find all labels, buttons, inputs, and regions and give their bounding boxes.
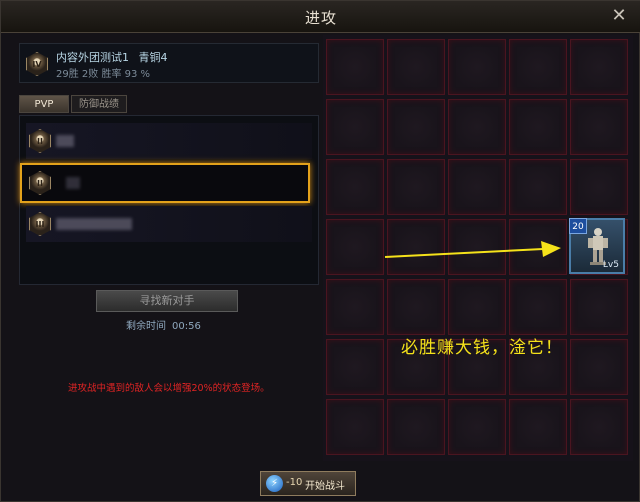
grid-cell[interactable] [326, 339, 384, 395]
rank-badge-icon: III [29, 212, 51, 236]
grid-cell[interactable] [570, 279, 628, 335]
grid-cell[interactable] [570, 39, 628, 95]
grid-cell[interactable] [509, 159, 567, 215]
tab-pvp[interactable]: PVP [19, 95, 69, 113]
grid-cell[interactable] [570, 159, 628, 215]
grid-cell[interactable] [509, 99, 567, 155]
grid-cell[interactable] [387, 399, 445, 455]
player-guild: 青铜4 [138, 51, 168, 64]
energy-icon: ⚡ [266, 475, 283, 492]
grid-cell[interactable] [387, 159, 445, 215]
grid-cell[interactable] [509, 399, 567, 455]
close-button[interactable]: ✕ [609, 6, 629, 26]
start-battle-button[interactable]: ⚡ -10 开始战斗 [260, 471, 356, 496]
grid-cell[interactable] [387, 39, 445, 95]
grid-cell[interactable] [326, 159, 384, 215]
opponent-name-blurred [56, 135, 74, 147]
attack-window: 进攻 ✕ IV 内容外团测试1 青铜4 29胜 2败 胜率 93 % PVP 防… [0, 0, 640, 502]
window-title: 进攻 [304, 9, 337, 27]
timer-label: 剩余时间 [126, 321, 166, 332]
timer-value: 00:56 [172, 321, 201, 332]
tab-defense-record[interactable]: 防御战绩 [71, 95, 127, 113]
grid-cell[interactable] [326, 399, 384, 455]
grid-cell[interactable] [448, 99, 506, 155]
grid-cell[interactable] [326, 39, 384, 95]
player-profile: IV 内容外团测试1 青铜4 29胜 2败 胜率 93 % [19, 43, 319, 83]
defender-unit-card[interactable]: 20 Lv5 [569, 218, 625, 274]
opponent-row[interactable]: III [26, 206, 312, 242]
left-panel: IV 内容外团测试1 青铜4 29胜 2败 胜率 93 % PVP 防御战绩 I… [11, 37, 319, 467]
grid-cell[interactable] [509, 279, 567, 335]
grid-cell[interactable] [387, 279, 445, 335]
find-new-opponent-button[interactable]: 寻找新对手 [96, 290, 238, 312]
unit-lv: Lv5 [602, 260, 619, 270]
grid-cell[interactable] [448, 279, 506, 335]
grid-cell[interactable] [448, 399, 506, 455]
opponent-row[interactable]: II [26, 123, 312, 159]
title-bar: 进攻 ✕ [1, 1, 640, 33]
grid-cell[interactable] [387, 99, 445, 155]
rank-badge-icon: II [29, 129, 51, 153]
player-name: 内容外团测试1 [56, 51, 129, 64]
caption-text: 必胜赚大钱，淦它！ [401, 338, 563, 358]
start-battle-label: 开始战斗 [305, 481, 345, 492]
opponent-name-blurred [66, 177, 80, 189]
grid-cell[interactable] [326, 99, 384, 155]
opponent-row-selected[interactable]: II [20, 163, 310, 203]
opponent-list: II II III [19, 115, 319, 285]
enhancement-notice: 进攻战中遇到的敌人会以增强20%的状态登场。 [68, 383, 270, 394]
energy-cost: -10 [286, 477, 303, 488]
grid-cell[interactable] [448, 39, 506, 95]
grid-cell[interactable] [326, 279, 384, 335]
rank-badge-icon: IV [26, 52, 48, 76]
opponent-name-blurred [56, 218, 132, 230]
rank-badge-icon: II [29, 171, 51, 195]
profile-name: 内容外团测试1 青铜4 [56, 49, 168, 65]
yellow-arrow-icon [384, 241, 561, 258]
remaining-time: 剩余时间 00:56 [126, 317, 201, 332]
grid-cell[interactable] [570, 339, 628, 395]
grid-cell[interactable] [570, 99, 628, 155]
grid-cell[interactable] [326, 219, 384, 275]
grid-cell[interactable] [448, 159, 506, 215]
grid-cell[interactable] [570, 399, 628, 455]
player-stats: 29胜 2败 胜率 93 % [56, 69, 151, 80]
grid-cell[interactable] [509, 39, 567, 95]
